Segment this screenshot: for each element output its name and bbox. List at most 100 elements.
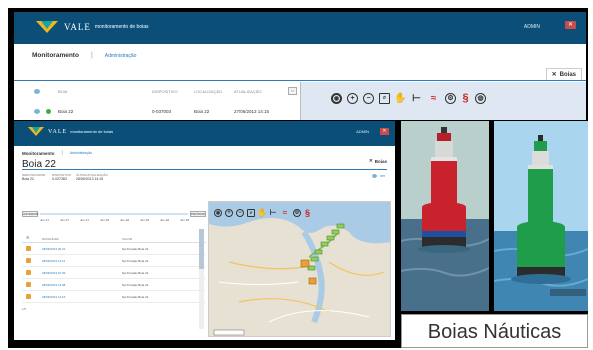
list-item[interactable]: 28/06/2013 14:08 Na Posição Boia 22 — [22, 279, 206, 291]
list-scrollbar[interactable] — [199, 229, 204, 329]
timeline-tick: Jun 28 — [120, 218, 130, 222]
timeline-tick: Jun 27 — [40, 218, 50, 222]
alert-icon — [26, 282, 31, 287]
red-buoy-illustration — [401, 121, 489, 311]
green-buoy-illustration — [494, 121, 588, 311]
layers-icon[interactable]: ◉ — [331, 92, 342, 104]
logout-button[interactable]: ✕ — [565, 21, 576, 29]
logout-button[interactable]: ✕ — [380, 128, 389, 135]
measure-icon[interactable]: ⊢ — [411, 93, 422, 104]
nav-administracao[interactable]: Administração — [70, 151, 92, 155]
timeline[interactable]: ANTERIOR PRÓXIMO Jun 27 Jun 27 Jun 27 Ju… — [22, 211, 206, 225]
timeline-next-button[interactable]: PRÓXIMO — [190, 211, 206, 217]
meta-value: 0-037383 — [52, 177, 67, 181]
brand-name: VALE — [48, 128, 68, 135]
user-label[interactable]: ADMIN — [356, 129, 369, 134]
list-item[interactable]: 28/06/2013 14:11 Na Posição Boia 22 — [22, 255, 206, 267]
list-item[interactable]: 28/06/2013 20:41 Na Posição Boia 22 — [22, 243, 206, 255]
main-nav: Monitoramento | Administração — [32, 52, 136, 59]
map-panel[interactable]: ◉ + − ⌕ ✋ ⊢ ≈ ⚙ § ◍ — [300, 82, 586, 120]
user-label[interactable]: ADMIN — [524, 24, 540, 30]
pin-icon[interactable]: § — [461, 92, 470, 104]
tab-boias[interactable]: ✕ Boias — [545, 68, 582, 80]
zoom-out-icon[interactable]: − — [363, 92, 374, 104]
vale-logo-icon — [28, 127, 44, 136]
header-divider — [14, 80, 586, 81]
view-link[interactable]: ver — [372, 174, 385, 178]
vale-logo[interactable]: VALE monitoramento de boias — [36, 21, 149, 33]
route-icon[interactable]: ≈ — [280, 208, 290, 217]
timeline-tick: Jun 28 — [180, 218, 190, 222]
map-panel[interactable]: ◉ + − ⌕ ✋ ⊢ ≈ ⚙ § — [208, 201, 391, 337]
settings-icon[interactable]: ⚙ — [445, 92, 456, 104]
zoom-box-icon[interactable]: ⌕ — [247, 208, 255, 217]
list-item[interactable]: 28/06/2013 14:16 Na Posição Boia 22 — [22, 291, 206, 303]
timeline-prev-button[interactable]: ANTERIOR — [22, 211, 39, 217]
list-item[interactable]: 28/06/2013 10:39 Na Posição Boia 22 — [22, 267, 206, 279]
tab-boias-label: Boias — [559, 71, 576, 78]
app-subtitle: monitoramento de boias — [70, 129, 114, 134]
tools-icon: ✕ — [368, 158, 373, 163]
meta-atualizacao: ÚLTIMA ATUALIZAÇÃO 28/06/2013 14:15 — [76, 173, 108, 181]
nav-separator: | — [61, 150, 63, 156]
col-boia: BOIA — [58, 89, 68, 94]
event-time[interactable]: 28/06/2013 20:41 — [42, 247, 65, 251]
alert-icon — [26, 246, 31, 251]
event-time[interactable]: 28/06/2013 14:16 — [42, 295, 65, 299]
nav-administracao[interactable]: Administração — [105, 53, 137, 59]
pan-icon[interactable]: ✋ — [257, 208, 267, 217]
vale-logo[interactable]: VALE monitoramento de boias — [28, 127, 113, 136]
collage-caption: Boias Náuticas — [401, 314, 588, 348]
nav-monitoramento[interactable]: Monitoramento — [22, 151, 55, 156]
cell-localizacao: Boia 22 — [194, 109, 210, 114]
app-header: VALE monitoramento de boias ADMIN ✕ — [14, 12, 586, 44]
pan-icon[interactable]: ✋ — [394, 93, 406, 104]
timeline-tick: Jun 28 — [160, 218, 170, 222]
zoom-in-icon[interactable]: + — [347, 92, 358, 104]
col-datahora: DATA/HORA — [42, 237, 60, 241]
timeline-track[interactable] — [40, 213, 188, 215]
col-localizacao: LOCALIZAÇÃO — [194, 89, 223, 94]
zoom-in-icon[interactable]: + — [225, 208, 233, 217]
alert-icon — [26, 294, 31, 299]
front-app-window: VALE monitoramento de boias ADMIN ✕ Moni… — [14, 121, 395, 340]
map-canvas[interactable] — [209, 202, 391, 337]
cell-boia: Boia 22 — [58, 109, 74, 114]
scroll-thumb[interactable] — [199, 229, 204, 269]
col-atualizacao: ATUALIZAÇÃO — [234, 89, 262, 94]
event-time[interactable]: 28/06/2013 14:11 — [42, 259, 65, 263]
event-time[interactable]: 28/06/2013 10:39 — [42, 271, 65, 275]
pin-icon[interactable]: § — [304, 208, 311, 218]
route-icon[interactable]: ≈ — [427, 93, 440, 104]
pagination[interactable]: 1/5 — [22, 307, 26, 311]
meta-value: Boia 22 — [22, 177, 34, 181]
cell-dispositivo: 0-037003 — [152, 109, 172, 114]
timeline-tick: Jun 27 — [60, 218, 70, 222]
event-value: Na Posição Boia 22 — [122, 283, 149, 287]
layers-icon[interactable]: ◉ — [214, 208, 222, 217]
nav-separator: | — [90, 52, 93, 59]
back-app-window: VALE monitoramento de boias ADMIN ✕ Moni… — [14, 12, 586, 120]
brand-name: VALE — [64, 22, 91, 32]
status-dot-icon — [46, 109, 51, 115]
event-time[interactable]: 28/06/2013 14:08 — [42, 283, 65, 287]
meta-identificador: IDENTIFICADOR Boia 22 — [22, 173, 45, 181]
globe-icon[interactable]: ◍ — [475, 92, 486, 104]
eye-icon — [372, 174, 378, 178]
zoom-box-icon[interactable]: ⌕ — [379, 92, 390, 104]
event-value: Na Posição Boia 22 — [122, 271, 149, 275]
app-subtitle: monitoramento de boias — [94, 24, 149, 30]
red-buoy-photo — [401, 121, 489, 311]
app-header: VALE monitoramento de boias ADMIN ✕ — [14, 121, 395, 146]
measure-icon[interactable]: ⊢ — [269, 208, 277, 217]
events-header: ⚙ DATA/HORA VALOR — [22, 235, 206, 243]
settings-icon[interactable]: ⚙ — [293, 208, 301, 217]
events-list: ⚙ DATA/HORA VALOR 28/06/2013 20:41 Na Po… — [22, 235, 206, 303]
tab-boias[interactable]: ✕ Boias — [369, 158, 387, 164]
nav-monitoramento[interactable]: Monitoramento — [32, 52, 79, 59]
expand-map-button[interactable]: ⇔ — [288, 87, 297, 95]
green-buoy-photo — [494, 121, 588, 311]
zoom-out-icon[interactable]: − — [236, 208, 244, 217]
view-eye-icon[interactable] — [34, 109, 40, 115]
meta-dispositivo: DISPOSITIVO 0-037383 — [52, 173, 71, 181]
